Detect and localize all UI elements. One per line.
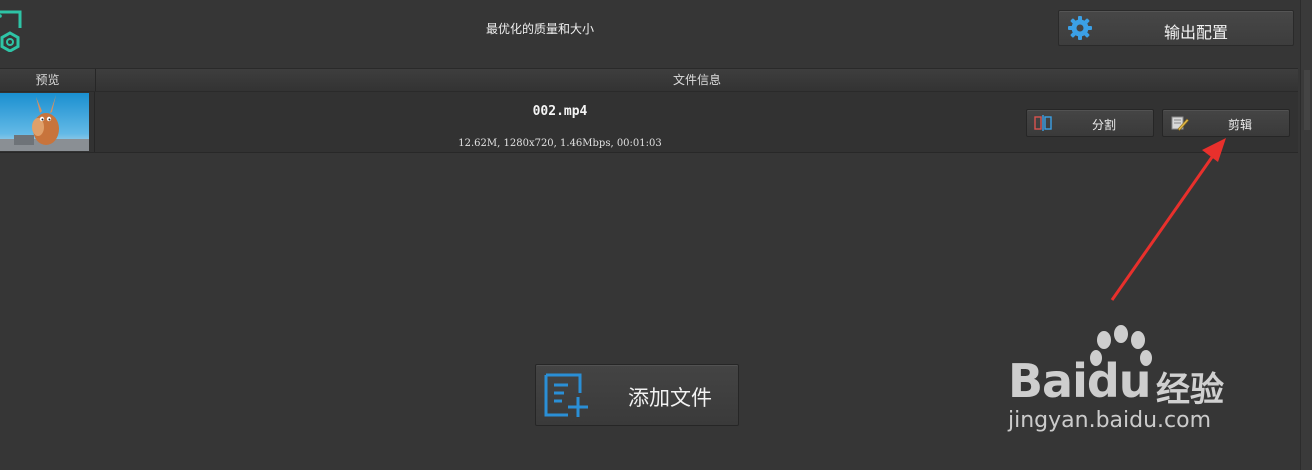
split-button[interactable]: 分割 — [1026, 109, 1154, 137]
output-profile-text[interactable]: 最优化的质量和大小 — [0, 20, 1080, 37]
scrollbar-thumb[interactable] — [1304, 70, 1310, 130]
watermark: Baidu 经验 jingyan.baidu.com — [1000, 322, 1290, 442]
watermark-brand: Baidu — [1008, 354, 1152, 408]
gear-icon — [1068, 16, 1092, 40]
table-row[interactable]: 002.mp4 12.62M, 1280x720, 1.46Mbps, 00:0… — [0, 92, 1298, 153]
edit-label: 剪辑 — [1227, 118, 1252, 132]
scrollbar[interactable] — [1300, 0, 1312, 470]
column-header-preview: 预览 — [0, 69, 96, 91]
column-header-file-info: 文件信息 — [672, 73, 721, 87]
file-table-header: 预览 文件信息 — [0, 68, 1298, 92]
file-name: 002.mp4 — [532, 104, 588, 119]
split-label: 分割 — [1091, 118, 1116, 132]
add-file-button[interactable]: 添加文件 — [535, 364, 739, 426]
add-file-label: 添加文件 — [628, 386, 712, 410]
add-file-icon — [544, 373, 588, 417]
output-settings-label: 输出配置 — [1163, 23, 1228, 42]
watermark-brand-cn: 经验 — [1156, 370, 1224, 410]
preview-cell[interactable] — [0, 92, 95, 152]
output-settings-button[interactable]: 输出配置 — [1058, 10, 1294, 46]
video-thumbnail[interactable] — [0, 93, 89, 151]
watermark-url: jingyan.baidu.com — [1008, 408, 1212, 433]
split-icon — [1034, 115, 1052, 131]
edit-button[interactable]: 剪辑 — [1162, 109, 1290, 137]
file-metadata: 12.62M, 1280x720, 1.46Mbps, 00:01:03 — [458, 138, 662, 149]
edit-icon — [1171, 116, 1189, 131]
top-toolbar: 最优化的质量和大小 输出配置 — [0, 0, 1312, 66]
